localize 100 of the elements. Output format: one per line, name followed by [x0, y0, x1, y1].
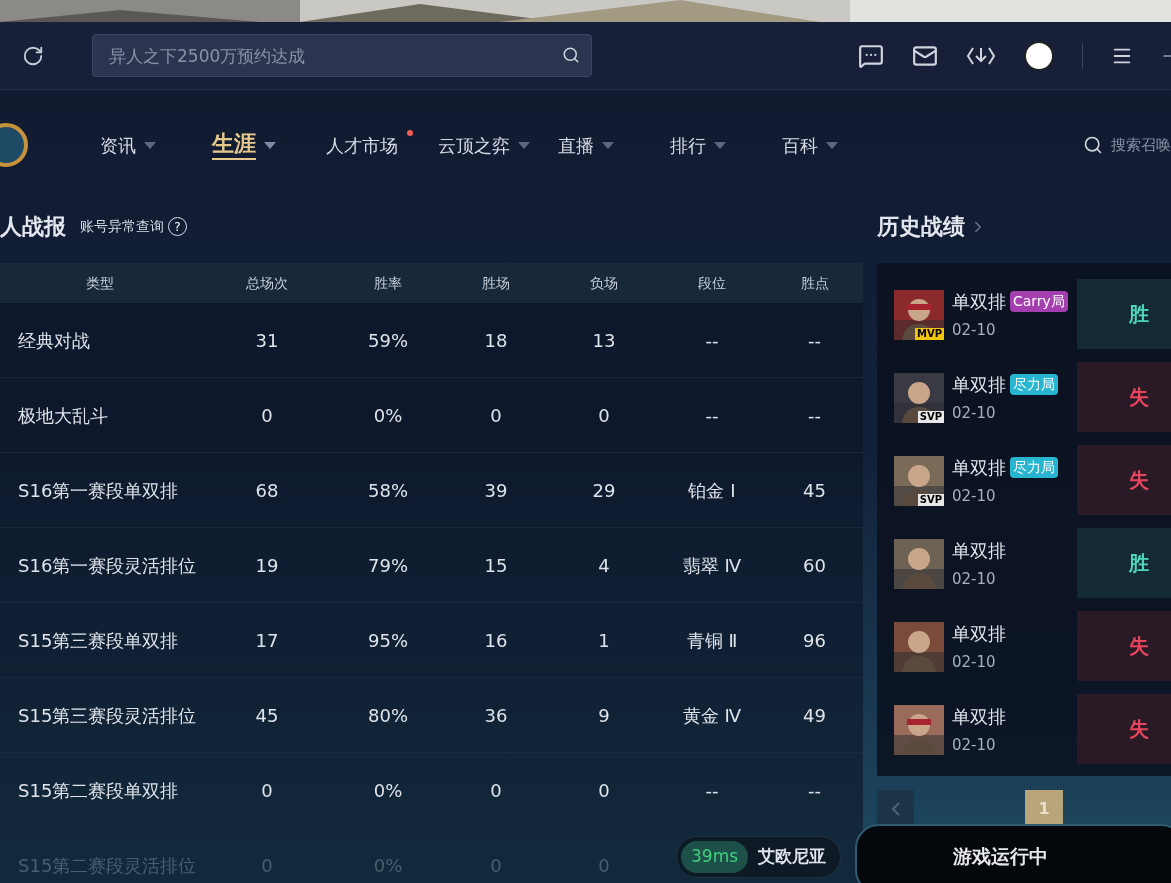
table-cell-text: 39 [483, 478, 509, 503]
table-cell-text: 0 [489, 403, 503, 428]
table-cell-text: S16第一赛段单双排 [17, 478, 180, 503]
column-header: 负场 [589, 273, 619, 293]
table-cell-text: 0 [489, 853, 503, 878]
column-header: 胜率 [373, 273, 403, 293]
match-date: 02-10 [952, 485, 997, 507]
nav-tab[interactable]: 云顶之弈 [438, 131, 530, 159]
match-result[interactable]: 胜 [1077, 528, 1171, 598]
match-date: 02-10 [952, 651, 997, 673]
match-result[interactable]: 失 [1077, 445, 1171, 515]
match-tag: 尽力局 [1010, 456, 1058, 478]
table-cell-text: 青铜 Ⅱ [685, 628, 739, 653]
match-date: 02-10 [952, 568, 997, 590]
table-cell-text: 45 [802, 478, 827, 503]
table-cell-text: -- [704, 778, 720, 803]
table-cell-text: 58% [367, 478, 409, 503]
table-cell-text: 铂金 Ⅰ [687, 478, 737, 503]
table-cell-text: S15第二赛段单双排 [17, 778, 180, 803]
table-cell-text: 79% [367, 553, 409, 578]
match-mode: 单双排 [952, 455, 1006, 480]
match-mode: 单双排 [952, 538, 1006, 563]
table-cell-text: 0 [260, 403, 274, 428]
section-title: 历史战绩 [877, 213, 965, 241]
table-cell-text: 0 [597, 853, 611, 878]
search-icon[interactable] [1083, 135, 1103, 155]
match-result[interactable]: 失 [1077, 694, 1171, 764]
match-date: 02-10 [952, 319, 997, 341]
table-cell-text: 极地大乱斗 [17, 403, 109, 428]
table-cell-text: S16第一赛段灵活排位 [17, 553, 198, 578]
section-title: 人战报 [0, 213, 66, 241]
table-cell-text: 45 [254, 703, 280, 728]
table-cell-text: 0 [260, 853, 274, 878]
match-mode: 单双排 [952, 621, 1006, 646]
table-cell-text: 0% [372, 403, 404, 428]
chat-icon[interactable] [858, 42, 884, 69]
match-mode: 单双排 [952, 704, 1006, 729]
match-result[interactable]: 失 [1077, 611, 1171, 681]
chevron-left-icon [891, 801, 900, 816]
summoner-search-field[interactable]: 搜索召唤 [1111, 133, 1171, 157]
table-cell-text: 16 [483, 628, 509, 653]
table-cell-text: 31 [254, 328, 280, 353]
table-cell-text: 96 [802, 628, 827, 653]
table-cell-text: 翡翠 Ⅳ [681, 553, 743, 578]
game-running-button[interactable]: 游戏运行中 [855, 824, 1171, 883]
table-cell-text: -- [807, 403, 822, 428]
column-header: 胜点 [799, 273, 830, 293]
refresh-icon[interactable] [22, 44, 44, 67]
table-cell-text: 13 [591, 328, 617, 353]
column-header: 类型 [85, 273, 115, 293]
nav-tab[interactable]: 生涯 [212, 130, 298, 160]
table-cell-text: -- [704, 328, 720, 353]
nav-tab[interactable]: 排行 [670, 131, 754, 159]
account-check-link[interactable]: 账号异常查询 [80, 216, 164, 237]
nav-tab[interactable]: 百科 [782, 131, 866, 159]
match-result[interactable]: 胜 [1077, 279, 1171, 349]
match-tag: 尽力局 [1010, 373, 1058, 395]
table-cell-text: 17 [254, 628, 280, 653]
table-cell-text: 15 [483, 553, 509, 578]
table-cell-text: 1 [597, 628, 611, 653]
table-cell-text: 0 [260, 778, 274, 803]
match-result[interactable]: 失 [1077, 362, 1171, 432]
user-avatar[interactable] [1024, 40, 1054, 71]
table-cell-text: S15第三赛段单双排 [17, 628, 180, 653]
table-cell-text: 36 [483, 703, 509, 728]
table-cell-text: 59% [367, 328, 409, 353]
nav-tab[interactable]: 直播 [558, 131, 642, 159]
table-cell-text: 29 [591, 478, 617, 503]
server-name: 艾欧尼亚 [757, 845, 828, 869]
table-cell-text: 68 [254, 478, 280, 503]
match-date: 02-10 [952, 734, 997, 756]
logo-icon[interactable] [0, 122, 28, 168]
table-cell-text: 0% [372, 778, 404, 803]
table-cell-text: 60 [802, 553, 827, 578]
table-cell-text: 4 [597, 553, 611, 578]
ping-value: 39ms [681, 841, 749, 873]
match-date: 02-10 [952, 402, 997, 424]
match-mode: 单双排 [952, 289, 1006, 314]
table-cell-text: -- [807, 328, 822, 353]
table-cell-text: 80% [367, 703, 409, 728]
table-cell-text: 49 [802, 703, 827, 728]
table-cell-text: 18 [483, 328, 509, 353]
match-mode: 单双排 [952, 372, 1006, 397]
table-cell-text: 95% [367, 628, 409, 653]
table-cell-text: 9 [597, 703, 611, 728]
table-cell-text: 0 [597, 778, 611, 803]
table-cell-text: 0 [489, 778, 503, 803]
search-icon[interactable] [562, 46, 580, 64]
table-cell-text: -- [807, 778, 822, 803]
column-header: 胜场 [481, 273, 511, 293]
table-cell-text: 黄金 Ⅳ [681, 703, 743, 728]
match-tag: Carry局 [1010, 290, 1068, 312]
nav-tab[interactable]: 人才市场 [326, 131, 410, 159]
table-cell-text: 0% [372, 853, 404, 878]
search-field[interactable]: 异人之下2500万预约达成 [92, 34, 592, 77]
nav-tab[interactable]: 资讯 [100, 131, 184, 159]
table-cell-text: 经典对战 [17, 328, 91, 353]
table-cell-text: 0 [597, 403, 611, 428]
table-cell-text: -- [704, 403, 720, 428]
column-header: 总场次 [245, 273, 289, 293]
